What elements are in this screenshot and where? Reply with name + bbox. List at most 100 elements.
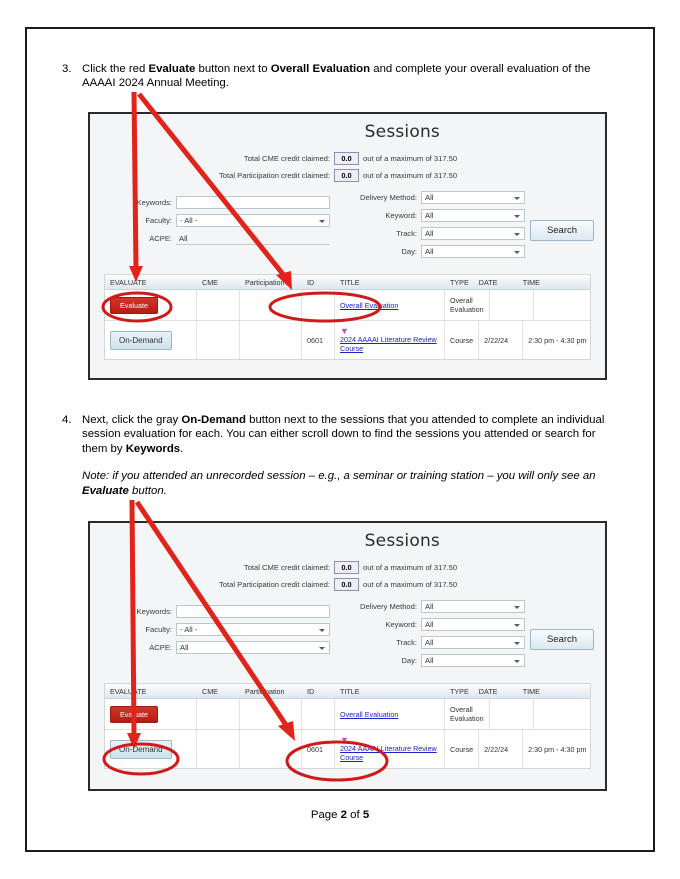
instruction-step-3: 3. Click the red Evaluate button next to… (62, 62, 602, 91)
label-acpe-2: ACPE: (149, 643, 172, 652)
step-3-text: Click the red Evaluate button next to Ov… (82, 62, 602, 91)
field-faculty-1: Faculty: - All - (110, 214, 330, 227)
table-header-row-1: EVALUATE CME Participation ID TITLE TYPE… (105, 275, 590, 290)
overall-evaluation-link-1[interactable]: Overall Evaluation (340, 301, 398, 310)
credit-value-participation-1: 0.0 (334, 169, 359, 182)
cell-date-2: 2/22/24 (479, 321, 524, 359)
field-keywords-1: Keywords: (110, 196, 330, 209)
cell-participation-1 (240, 290, 302, 320)
cell-participation-4 (240, 730, 302, 768)
cell-type-3: Overall Evaluation (445, 699, 490, 729)
label-delivery-method-1: Delivery Method: (360, 193, 417, 202)
track-select-1[interactable]: All (421, 227, 525, 240)
evaluate-button-2[interactable]: Evaluate (110, 705, 158, 723)
label-keyword-1: Keyword: (385, 211, 417, 220)
cell-evaluate-1: Evaluate (105, 290, 197, 320)
sessions-table-1: EVALUATE CME Participation ID TITLE TYPE… (104, 274, 591, 360)
step-4-note-part-1: Evaluate (82, 484, 129, 497)
label-track-1: Track: (396, 229, 417, 238)
th-time-2: TIME (522, 686, 540, 696)
cell-title-4: ▼ 2024 AAAAI Literature Review Course (335, 730, 445, 768)
field-track-1: Track: All (345, 227, 525, 240)
step-4-text: Next, click the gray On-Demand button ne… (82, 413, 618, 498)
on-demand-button-1[interactable]: On-Demand (110, 330, 172, 350)
step-4-note-part-0: Note: if you attended an unrecorded sess… (82, 470, 596, 483)
table-row-course-2: On-Demand 0601 ▼ 2024 AAAAI Literature R… (105, 730, 590, 768)
field-acpe-2: ACPE: All (110, 641, 330, 654)
faculty-select-2[interactable]: - All - (176, 623, 330, 636)
credit-row-participation-1: Total Participation credit claimed: 0.0 … (90, 169, 605, 182)
cell-time-1 (534, 290, 605, 320)
field-delivery-method-1: Delivery Method: All (345, 191, 525, 204)
step-3-part-2: button next to (195, 63, 271, 75)
acpe-select-1[interactable]: All (176, 232, 330, 245)
overall-evaluation-link-2[interactable]: Overall Evaluation (340, 710, 398, 719)
label-faculty-2: Faculty: (145, 625, 172, 634)
on-demand-button-2[interactable]: On-Demand (110, 739, 172, 759)
session-title-link-1[interactable]: 2024 AAAAI Literature Review Course (340, 335, 439, 353)
th-time-1: TIME (522, 277, 540, 287)
footer-prefix: Page (310, 809, 341, 821)
delivery-method-select-1[interactable]: All (421, 191, 525, 204)
step-3-part-3: Overall Evaluation (270, 63, 371, 75)
credit-tail-participation-1: out of a maximum of 317.50 (363, 171, 458, 180)
faculty-select-1[interactable]: - All - (176, 214, 330, 227)
cell-id-1 (302, 290, 335, 320)
cell-title-2: ▼ 2024 AAAAI Literature Review Course (335, 321, 445, 359)
session-title-link-2[interactable]: 2024 AAAAI Literature Review Course (340, 744, 439, 762)
delivery-method-select-2[interactable]: All (421, 600, 525, 613)
th-cme-2: CME (202, 686, 218, 696)
credit-tail-cme-2: out of a maximum of 317.50 (363, 563, 458, 572)
footer-total-pages: 5 (362, 809, 370, 821)
cell-participation-3 (240, 699, 302, 729)
cell-cme-2 (197, 321, 240, 359)
cell-type-1: Overall Evaluation (445, 290, 490, 320)
th-date-2: DATE (478, 686, 498, 696)
th-evaluate-2: EVALUATE (110, 686, 147, 696)
step-3-part-1: Evaluate (148, 63, 196, 75)
credit-value-cme-2: 0.0 (334, 561, 359, 574)
credit-label-cme-2: Total CME credit claimed: (243, 563, 330, 572)
th-evaluate-1: EVALUATE (110, 277, 147, 287)
keyword-select-1[interactable]: All (421, 209, 525, 222)
credit-value-cme-1: 0.0 (334, 152, 359, 165)
evaluate-button-1[interactable]: Evaluate (110, 296, 158, 314)
search-button-2[interactable]: Search (530, 629, 594, 650)
step-4-note-part-2: button. (128, 484, 167, 497)
table-row-overall-evaluation-2: Evaluate Overall Evaluation Overall Eval… (105, 699, 590, 730)
search-button-1[interactable]: Search (530, 220, 594, 241)
acpe-select-2[interactable]: All (176, 641, 330, 654)
track-select-2[interactable]: All (421, 636, 525, 649)
credit-label-participation-1: Total Participation credit claimed: (218, 171, 330, 180)
credit-value-participation-2: 0.0 (334, 578, 359, 591)
credits-summary-1: Total CME credit claimed: 0.0 out of a m… (90, 152, 605, 186)
cell-title-1: Overall Evaluation (335, 290, 445, 320)
label-acpe-1: ACPE: (149, 234, 172, 243)
credit-label-cme-1: Total CME credit claimed: (243, 154, 330, 163)
step-4-number: 4. (62, 414, 72, 426)
cell-participation-2 (240, 321, 302, 359)
keywords-input-2[interactable] (176, 605, 330, 618)
step-3-number: 3. (62, 63, 72, 75)
instruction-step-4: 4. Next, click the gray On-Demand button… (62, 413, 618, 498)
cell-time-4: 2:30 pm - 4:30 pm (528, 744, 587, 754)
th-type-2: TYPE (450, 686, 469, 696)
cell-date-4: 2/22/24 (479, 730, 524, 768)
field-acpe-1: ACPE: All (110, 232, 330, 245)
app-title-2: Sessions (364, 531, 440, 551)
th-date-1: DATE (478, 277, 498, 287)
keywords-input-1[interactable] (176, 196, 330, 209)
cell-ondemand-2: On-Demand (105, 730, 197, 768)
day-select-1[interactable]: All (421, 245, 525, 258)
label-keywords-1: Keywords: (136, 198, 172, 207)
credits-summary-2: Total CME credit claimed: 0.0 out of a m… (90, 561, 605, 595)
table-row-course-1: On-Demand 0601 ▼ 2024 AAAAI Literature R… (105, 321, 590, 359)
keyword-select-2[interactable]: All (421, 618, 525, 631)
step-4-part-3: Keywords (125, 442, 181, 455)
v-badge-icon-1: ▼ (340, 326, 349, 336)
cell-id-3 (302, 699, 335, 729)
day-select-2[interactable]: All (421, 654, 525, 667)
field-keyword-1: Keyword: All (345, 209, 525, 222)
sessions-table-2: EVALUATE CME Participation ID TITLE TYPE… (104, 683, 591, 769)
field-day-1: Day: All (345, 245, 525, 258)
